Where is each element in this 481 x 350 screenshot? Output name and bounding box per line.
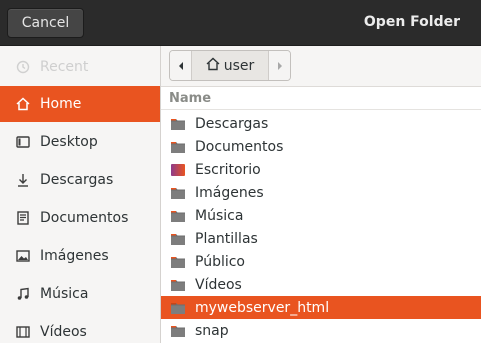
sidebar-item-label: Documentos	[40, 210, 129, 226]
clock-icon	[16, 60, 30, 74]
list-item[interactable]: Plantillas	[161, 227, 481, 250]
desktop-folder-icon	[170, 163, 186, 177]
dialog-title: Open Folder	[363, 14, 460, 30]
folder-icon	[170, 117, 186, 131]
list-item[interactable]: Vídeos	[161, 273, 481, 296]
breadcrumb-user[interactable]: user	[192, 51, 268, 80]
sidebar-item-label: Descargas	[40, 172, 114, 188]
video-icon	[16, 325, 30, 339]
file-name: Documentos	[195, 138, 284, 155]
sidebar-item-home[interactable]: Home	[0, 86, 160, 122]
folder-icon	[170, 324, 186, 338]
sidebar: Recent Home Desktop Descargas Documentos…	[0, 46, 161, 343]
sidebar-item-downloads[interactable]: Descargas	[0, 162, 160, 198]
list-item[interactable]: Escritorio	[161, 158, 481, 181]
sidebar-item-label: Música	[40, 286, 89, 302]
list-item[interactable]: Documentos	[161, 135, 481, 158]
file-name: Vídeos	[195, 276, 242, 293]
file-name: Escritorio	[195, 161, 261, 178]
path-bar: user	[161, 46, 481, 87]
home-icon	[206, 57, 220, 75]
sidebar-item-label: Vídeos	[40, 324, 87, 340]
home-icon	[16, 97, 30, 111]
file-pane: user Name Descargas Documentos Escritori…	[161, 46, 481, 343]
desktop-icon	[16, 135, 30, 149]
folder-icon	[170, 209, 186, 223]
name-column-header[interactable]: Name	[161, 87, 481, 110]
sidebar-item-label: Imágenes	[40, 248, 109, 264]
file-name: mywebserver_html	[195, 299, 330, 316]
sidebar-item-documents[interactable]: Documentos	[0, 200, 160, 236]
breadcrumb-label: user	[223, 57, 255, 74]
list-item[interactable]: Descargas	[161, 112, 481, 135]
sidebar-item-label: Recent	[40, 59, 89, 75]
music-icon	[16, 287, 30, 301]
sidebar-item-music[interactable]: Música	[0, 276, 160, 312]
list-item[interactable]: Música	[161, 204, 481, 227]
breadcrumb: user	[169, 50, 291, 81]
sidebar-item-desktop[interactable]: Desktop	[0, 124, 160, 160]
folder-icon	[170, 232, 186, 246]
document-icon	[16, 211, 30, 225]
sidebar-item-images[interactable]: Imágenes	[0, 238, 160, 274]
folder-icon	[170, 278, 186, 292]
sidebar-item-label: Home	[40, 96, 82, 112]
sidebar-item-videos[interactable]: Vídeos	[0, 314, 160, 350]
image-icon	[16, 249, 30, 263]
file-name: snap	[195, 322, 229, 339]
file-name: Imágenes	[195, 184, 264, 201]
folder-icon	[170, 301, 186, 315]
list-item-selected[interactable]: mywebserver_html	[161, 296, 481, 319]
folder-icon	[170, 255, 186, 269]
path-back-button[interactable]	[170, 51, 192, 80]
cancel-button[interactable]: Cancel	[7, 8, 84, 38]
list-item[interactable]: Público	[161, 250, 481, 273]
folder-icon	[170, 186, 186, 200]
file-name: Plantillas	[195, 230, 258, 247]
file-name: Público	[195, 253, 245, 270]
chevron-right-icon	[276, 56, 284, 75]
sidebar-item-recent[interactable]: Recent	[0, 49, 160, 85]
path-forward-button[interactable]	[268, 51, 290, 80]
file-name: Descargas	[195, 115, 269, 132]
sidebar-item-label: Desktop	[40, 134, 98, 150]
list-item[interactable]: snap	[161, 319, 481, 342]
download-icon	[16, 173, 30, 187]
folder-icon	[170, 140, 186, 154]
file-name: Música	[195, 207, 244, 224]
header-bar: Cancel Open Folder	[0, 0, 481, 46]
chevron-left-icon	[177, 56, 185, 75]
column-label: Name	[169, 90, 212, 106]
list-item[interactable]: Imágenes	[161, 181, 481, 204]
